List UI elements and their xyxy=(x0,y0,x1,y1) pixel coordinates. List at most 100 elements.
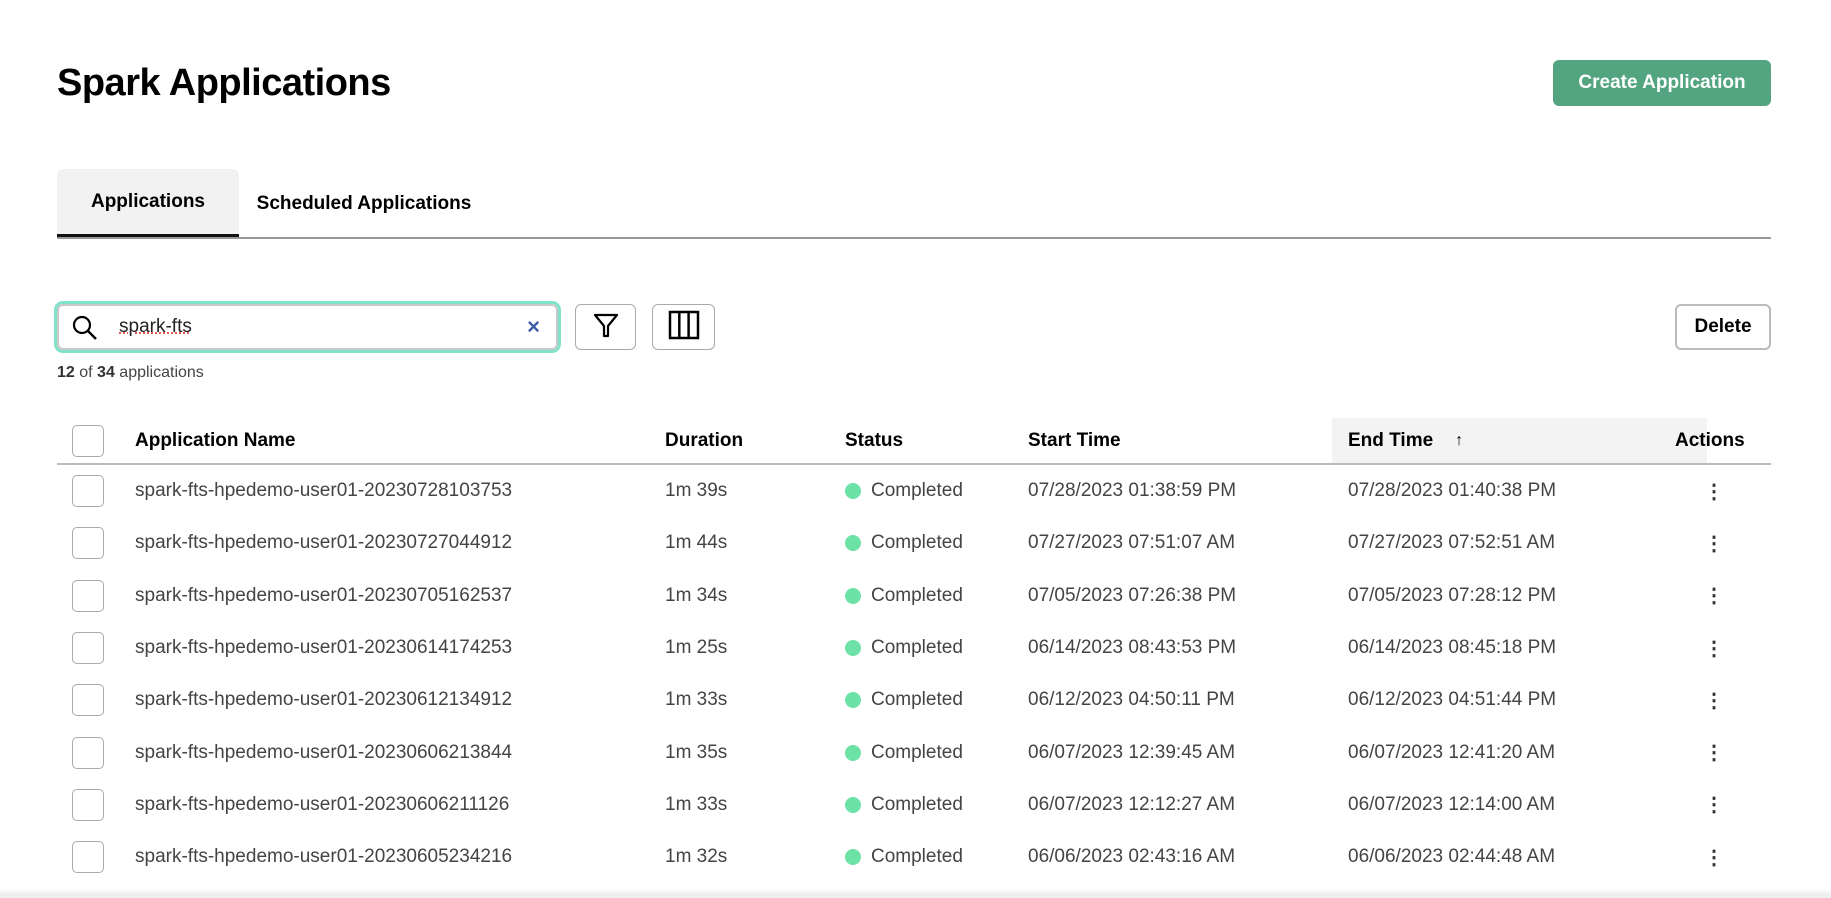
clear-search-icon[interactable]: × xyxy=(527,314,540,340)
row-checkbox[interactable] xyxy=(72,475,104,508)
header-duration[interactable]: Duration xyxy=(665,418,743,463)
end-time: 06/06/2023 02:44:48 AM xyxy=(1348,846,1556,868)
status-label: Completed xyxy=(871,480,963,502)
duration: 1m 35s xyxy=(665,741,728,763)
count-suffix: applications xyxy=(119,364,204,381)
row-checkbox[interactable] xyxy=(72,736,104,769)
start-time: 07/27/2023 07:51:07 AM xyxy=(1028,532,1236,554)
header-application-name[interactable]: Application Name xyxy=(135,418,295,463)
row-checkbox[interactable] xyxy=(72,632,104,665)
application-name[interactable]: spark-fts-hpedemo-user01-20230705162537 xyxy=(135,570,512,622)
status-dot-icon xyxy=(845,535,861,552)
more-actions-icon[interactable]: ⋮ xyxy=(1704,726,1724,778)
status-dot-icon xyxy=(845,796,861,813)
more-actions-icon[interactable]: ⋮ xyxy=(1704,570,1724,622)
status-label: Completed xyxy=(871,846,963,868)
start-time: 06/07/2023 12:39:45 AM xyxy=(1028,741,1236,763)
select-all-checkbox[interactable] xyxy=(72,424,104,457)
duration: 1m 25s xyxy=(665,637,728,659)
tab-applications[interactable]: Applications xyxy=(57,169,239,239)
end-time: 07/27/2023 07:52:51 AM xyxy=(1348,532,1556,554)
table-header: Application Name Duration Status Start T… xyxy=(57,418,1771,465)
duration: 1m 44s xyxy=(665,532,728,554)
status-dot-icon xyxy=(845,640,861,657)
status-label: Completed xyxy=(871,689,963,711)
table-row[interactable]: spark-fts-hpedemo-user01-20230605234216 … xyxy=(57,831,1771,883)
application-name[interactable]: spark-fts-hpedemo-user01-20230727044912 xyxy=(135,517,512,569)
result-count: 12 of 34 applications xyxy=(57,364,204,382)
page-title: Spark Applications xyxy=(57,62,391,104)
application-name[interactable]: spark-fts-hpedemo-user01-20230614174253 xyxy=(135,622,512,674)
scroll-edge xyxy=(0,893,1831,898)
start-time: 06/07/2023 12:12:27 AM xyxy=(1028,793,1236,815)
count-of: of xyxy=(79,364,93,381)
header-end-time[interactable]: End Time xyxy=(1348,430,1433,452)
duration: 1m 33s xyxy=(665,689,728,711)
more-actions-icon[interactable]: ⋮ xyxy=(1704,622,1724,674)
table-row[interactable]: spark-fts-hpedemo-user01-20230728103753 … xyxy=(57,465,1771,517)
start-time: 07/05/2023 07:26:38 PM xyxy=(1028,584,1237,606)
tab-scheduled-applications[interactable]: Scheduled Applications xyxy=(239,169,489,239)
row-checkbox[interactable] xyxy=(72,841,104,874)
sort-ascending-icon[interactable]: ↑ xyxy=(1455,432,1463,450)
application-name[interactable]: spark-fts-hpedemo-user01-20230606213844 xyxy=(135,726,512,778)
status-label: Completed xyxy=(871,741,963,763)
end-time: 06/14/2023 08:45:18 PM xyxy=(1348,637,1557,659)
columns-button[interactable] xyxy=(652,304,715,350)
row-checkbox[interactable] xyxy=(72,579,104,612)
table-row[interactable]: spark-fts-hpedemo-user01-20230705162537 … xyxy=(57,570,1771,622)
table-row[interactable]: spark-fts-hpedemo-user01-20230614174253 … xyxy=(57,622,1771,674)
status-label: Completed xyxy=(871,532,963,554)
start-time: 06/06/2023 02:43:16 AM xyxy=(1028,846,1236,868)
more-actions-icon[interactable]: ⋮ xyxy=(1704,831,1724,883)
start-time: 06/14/2023 08:43:53 PM xyxy=(1028,637,1237,659)
search-field[interactable]: × xyxy=(57,304,558,350)
end-time: 06/12/2023 04:51:44 PM xyxy=(1348,689,1557,711)
end-time: 07/28/2023 01:40:38 PM xyxy=(1348,480,1557,502)
tab-divider xyxy=(57,237,1771,239)
create-application-button[interactable]: Create Application xyxy=(1553,60,1771,106)
row-checkbox[interactable] xyxy=(72,684,104,717)
status-dot-icon xyxy=(845,483,861,500)
status-dot-icon xyxy=(845,744,861,761)
end-time: 06/07/2023 12:14:00 AM xyxy=(1348,793,1556,815)
header-actions: Actions xyxy=(1675,429,1745,451)
duration: 1m 32s xyxy=(665,846,728,868)
application-name[interactable]: spark-fts-hpedemo-user01-20230605234216 xyxy=(135,831,512,883)
end-time: 06/07/2023 12:41:20 AM xyxy=(1348,741,1556,763)
application-name[interactable]: spark-fts-hpedemo-user01-20230612134912 xyxy=(135,674,512,726)
filter-button[interactable] xyxy=(575,304,636,350)
status-dot-icon xyxy=(845,849,861,866)
shown-count: 12 xyxy=(57,364,75,381)
application-name[interactable]: spark-fts-hpedemo-user01-20230606211126 xyxy=(135,779,509,831)
applications-table: Application Name Duration Status Start T… xyxy=(57,418,1771,883)
table-row[interactable]: spark-fts-hpedemo-user01-20230606213844 … xyxy=(57,726,1771,778)
delete-button[interactable]: Delete xyxy=(1675,304,1771,350)
more-actions-icon[interactable]: ⋮ xyxy=(1704,674,1724,726)
row-checkbox[interactable] xyxy=(72,788,104,821)
more-actions-icon[interactable]: ⋮ xyxy=(1704,465,1724,517)
table-row[interactable]: spark-fts-hpedemo-user01-20230727044912 … xyxy=(57,517,1771,569)
duration: 1m 33s xyxy=(665,793,728,815)
status-dot-icon xyxy=(845,587,861,604)
row-checkbox[interactable] xyxy=(72,527,104,560)
header-start-time[interactable]: Start Time xyxy=(1028,418,1121,463)
header-status[interactable]: Status xyxy=(845,418,903,463)
table-row[interactable]: spark-fts-hpedemo-user01-20230606211126 … xyxy=(57,779,1771,831)
columns-icon xyxy=(668,310,700,345)
start-time: 07/28/2023 01:38:59 PM xyxy=(1028,480,1237,502)
search-icon xyxy=(71,314,99,347)
status-label: Completed xyxy=(871,793,963,815)
more-actions-icon[interactable]: ⋮ xyxy=(1704,779,1724,831)
search-input[interactable] xyxy=(119,314,499,340)
duration: 1m 39s xyxy=(665,480,728,502)
status-dot-icon xyxy=(845,692,861,709)
status-label: Completed xyxy=(871,637,963,659)
total-count: 34 xyxy=(97,364,115,381)
filter-icon xyxy=(592,311,620,344)
duration: 1m 34s xyxy=(665,584,728,606)
table-row[interactable]: spark-fts-hpedemo-user01-20230612134912 … xyxy=(57,674,1771,726)
status-label: Completed xyxy=(871,584,963,606)
more-actions-icon[interactable]: ⋮ xyxy=(1704,517,1724,569)
application-name[interactable]: spark-fts-hpedemo-user01-20230728103753 xyxy=(135,465,512,517)
